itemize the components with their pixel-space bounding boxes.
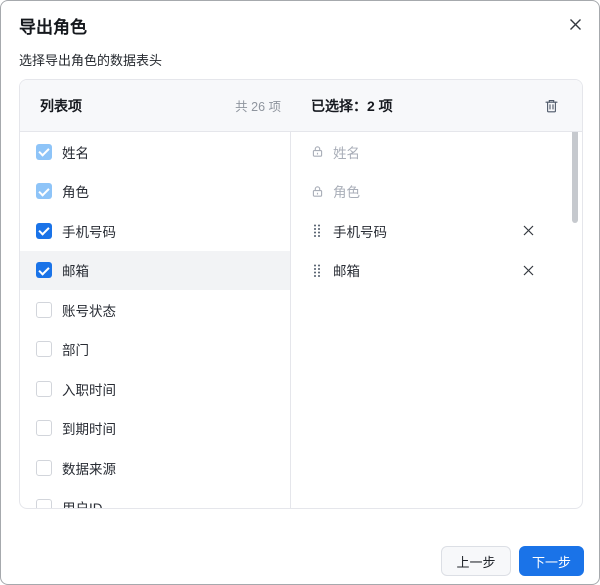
panel-body: 姓名 角色 手机号码 邮箱 账号状态 部门 入职时间 到期时间 数据来源 用户I… xyxy=(20,132,582,509)
column-option-label: 邮箱 xyxy=(62,260,89,280)
selected-row[interactable]: 邮箱 xyxy=(291,251,582,291)
column-option-row[interactable]: 邮箱 xyxy=(20,251,290,291)
previous-step-button[interactable]: 上一步 xyxy=(441,546,511,576)
next-step-button[interactable]: 下一步 xyxy=(519,546,584,576)
dialog-footer: 上一步 下一步 xyxy=(441,546,584,576)
dialog-subtitle: 选择导出角色的数据表头 xyxy=(19,50,162,69)
remove-x-icon xyxy=(523,225,534,236)
checkbox[interactable] xyxy=(36,460,52,476)
column-option-row[interactable]: 用户ID xyxy=(20,488,290,510)
checkbox[interactable] xyxy=(36,499,52,509)
checkbox[interactable] xyxy=(36,341,52,357)
column-option-row[interactable]: 部门 xyxy=(20,330,290,370)
remove-x-icon xyxy=(523,265,534,276)
checkbox[interactable] xyxy=(36,420,52,436)
selected-row[interactable]: 角色 xyxy=(291,172,582,212)
column-option-label: 角色 xyxy=(62,181,89,201)
selected-row-label: 角色 xyxy=(333,181,360,201)
column-option-label: 部门 xyxy=(62,339,89,359)
transfer-panel: 列表项 共 26 项 已选择：2 项 xyxy=(19,79,583,509)
panel-header-right: 已选择：2 项 xyxy=(291,96,582,116)
checkbox[interactable] xyxy=(36,144,52,160)
checkbox[interactable] xyxy=(36,381,52,397)
dialog-window: 导出角色 选择导出角色的数据表头 列表项 共 26 项 已选择：2 项 xyxy=(0,0,600,585)
column-option-row[interactable]: 入职时间 xyxy=(20,369,290,409)
column-option-label: 到期时间 xyxy=(62,418,116,438)
remove-selected-button[interactable] xyxy=(520,262,536,278)
column-option-row[interactable]: 账号状态 xyxy=(20,290,290,330)
column-total-count: 共 26 项 xyxy=(235,96,281,115)
close-button[interactable] xyxy=(565,14,585,34)
lock-icon xyxy=(310,185,324,198)
lock-icon xyxy=(310,145,324,158)
close-icon xyxy=(568,17,583,32)
selected-row-label: 手机号码 xyxy=(333,221,387,241)
column-list-title: 列表项 xyxy=(40,96,82,116)
column-option-label: 账号状态 xyxy=(62,300,116,320)
column-option-row[interactable]: 数据来源 xyxy=(20,448,290,488)
drag-handle-icon[interactable] xyxy=(310,264,324,277)
export-role-dialog: 导出角色 选择导出角色的数据表头 列表项 共 26 项 已选择：2 项 xyxy=(0,0,600,585)
column-option-label: 数据来源 xyxy=(62,458,116,478)
trash-icon xyxy=(545,99,558,113)
selected-row-label: 邮箱 xyxy=(333,260,360,280)
column-option-label: 用户ID xyxy=(62,497,103,509)
selected-list: 姓名 角色 手机号码 邮箱 xyxy=(291,132,582,509)
checkbox[interactable] xyxy=(36,262,52,278)
dialog-title: 导出角色 xyxy=(19,13,87,38)
selected-row-label: 姓名 xyxy=(333,142,360,162)
column-option-label: 入职时间 xyxy=(62,379,116,399)
selected-row[interactable]: 姓名 xyxy=(291,132,582,172)
column-option-label: 手机号码 xyxy=(62,221,116,241)
column-option-label: 姓名 xyxy=(62,142,89,162)
panel-header-left: 列表项 共 26 项 xyxy=(20,96,291,116)
checkbox[interactable] xyxy=(36,302,52,318)
column-list: 姓名 角色 手机号码 邮箱 账号状态 部门 入职时间 到期时间 数据来源 用户I… xyxy=(20,132,291,509)
drag-handle-icon[interactable] xyxy=(310,224,324,237)
panel-header: 列表项 共 26 项 已选择：2 项 xyxy=(20,80,582,132)
column-option-row[interactable]: 姓名 xyxy=(20,132,290,172)
selected-row[interactable]: 手机号码 xyxy=(291,211,582,251)
column-option-row[interactable]: 手机号码 xyxy=(20,211,290,251)
selected-title: 已选择：2 项 xyxy=(311,96,393,116)
clear-selected-button[interactable] xyxy=(542,97,560,115)
column-option-row[interactable]: 角色 xyxy=(20,172,290,212)
remove-selected-button[interactable] xyxy=(520,223,536,239)
column-option-row[interactable]: 到期时间 xyxy=(20,409,290,449)
checkbox[interactable] xyxy=(36,223,52,239)
checkbox[interactable] xyxy=(36,183,52,199)
